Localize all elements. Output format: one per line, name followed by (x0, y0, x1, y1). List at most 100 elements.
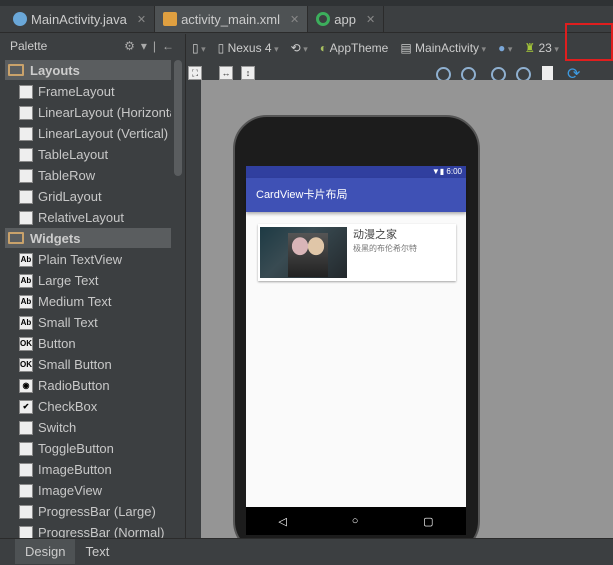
widget-icon (19, 210, 33, 225)
palette-item[interactable]: FrameLayout (5, 81, 171, 102)
tab-design[interactable]: Design (15, 539, 76, 564)
card-title: 动漫之家 (353, 229, 397, 241)
item-label: GridLayout (38, 189, 102, 204)
palette-item[interactable]: RelativeLayout (5, 207, 171, 228)
group-label: Widgets (30, 230, 81, 246)
palette-item[interactable]: ProgressBar (Normal) (5, 522, 171, 538)
activity-selector[interactable]: ▤ MainActivity (400, 41, 486, 55)
widget-icon: ◉ (19, 378, 33, 393)
widget-icon (19, 126, 33, 141)
palette-title: Palette (10, 39, 48, 53)
item-label: CheckBox (38, 399, 98, 414)
device-preview-menu[interactable]: ▯ (192, 41, 206, 55)
api-label: 23 (538, 40, 552, 55)
tab-mainactivity-java[interactable]: MainActivity.java ✕ (5, 6, 156, 32)
palette-item[interactable]: ◉ RadioButton (5, 375, 171, 396)
widget-icon: Ab (19, 252, 33, 267)
item-label: Small Button (38, 357, 112, 372)
widget-icon (19, 441, 33, 456)
highlight-box (565, 23, 613, 61)
widget-icon (19, 525, 33, 538)
palette-item[interactable]: Switch (5, 417, 171, 438)
editor-tabs: MainActivity.java ✕ activity_main.xml ✕ ap… (0, 6, 613, 33)
theme-label: AppTheme (329, 40, 389, 55)
widget-icon: OK (19, 357, 33, 372)
item-label: RelativeLayout (38, 210, 124, 225)
tab-activity-main-xml[interactable]: activity_main.xml ✕ (155, 6, 309, 32)
tab-app[interactable]: app ✕ (308, 6, 385, 32)
layout-toolbar: ▯ ▯ Nexus 4 ⟲ ◐ AppTheme ▤ MainActivity … (186, 34, 613, 61)
activity-label: MainActivity (415, 40, 480, 55)
hide-panel-icon[interactable]: |← (153, 39, 180, 53)
card-view[interactable]: 动漫之家 极黑的布伦希尔特 (258, 224, 456, 281)
item-label: Switch (38, 420, 77, 435)
palette-item[interactable]: ImageButton (5, 459, 171, 480)
palette-group-layouts[interactable]: Layouts (5, 60, 171, 80)
locale-selector[interactable]: ● (498, 41, 512, 55)
palette-item[interactable]: ImageView (5, 480, 171, 501)
item-label: ImageView (38, 483, 103, 498)
item-label: Plain TextView (38, 252, 123, 267)
zoom-fit-icon[interactable]: ⛶ (188, 66, 202, 80)
fit-height-icon[interactable]: ↕ (241, 66, 255, 80)
item-label: TableRow (38, 168, 96, 183)
close-icon[interactable]: ✕ (290, 13, 299, 26)
widget-icon: Ab (19, 294, 33, 309)
widget-icon: OK (19, 336, 33, 351)
palette-item[interactable]: OK Button (5, 333, 171, 354)
fit-width-icon[interactable]: ↔ (219, 66, 233, 80)
recents-icon[interactable]: ▢ (423, 515, 433, 528)
palette-item[interactable]: LinearLayout (Horizontal) (5, 102, 171, 123)
palette-item[interactable]: OK Small Button (5, 354, 171, 375)
widget-icon: ✔ (19, 399, 33, 414)
tab-label: activity_main.xml (181, 11, 281, 27)
tab-text[interactable]: Text (75, 539, 119, 564)
widget-icon (19, 84, 33, 99)
palette-item[interactable]: ✔ CheckBox (5, 396, 171, 417)
widget-icon (19, 462, 33, 477)
item-label: Large Text (38, 273, 99, 288)
palette-item[interactable]: TableLayout (5, 144, 171, 165)
android-icon: ♜ (524, 40, 536, 55)
palette-list: Layouts FrameLayout LinearLayout (Horizont… (5, 60, 171, 538)
item-label: FrameLayout (38, 84, 115, 99)
status-time: 6:00 (446, 167, 462, 176)
device-screen[interactable]: ▼▮ 6:00 CardView卡片布局 动漫之家 极黑的布伦希尔特 ◁ ○ ▢ (246, 166, 466, 535)
api-level-selector[interactable]: ♜ 23 (524, 41, 559, 55)
theme-selector[interactable]: ◐ AppTheme (320, 41, 389, 55)
palette-item[interactable]: TableRow (5, 165, 171, 186)
item-label: ProgressBar (Normal) (38, 525, 165, 538)
back-icon[interactable]: ◁ (278, 515, 286, 528)
divider (185, 34, 186, 538)
palette-item[interactable]: Ab Large Text (5, 270, 171, 291)
palette-scrollbar[interactable] (174, 60, 182, 176)
palette-item[interactable]: LinearLayout (Vertical) (5, 123, 171, 144)
home-icon[interactable]: ○ (352, 515, 359, 527)
android-app-icon (316, 12, 331, 26)
xml-layout-icon (163, 12, 178, 26)
close-icon[interactable]: ✕ (137, 13, 146, 26)
device-label: Nexus 4 (227, 40, 272, 55)
palette-item[interactable]: Ab Small Text (5, 312, 171, 333)
item-label: Button (38, 336, 76, 351)
palette-item[interactable]: ToggleButton (5, 438, 171, 459)
orientation-button[interactable]: ⟲ (291, 41, 308, 55)
item-label: ToggleButton (38, 441, 114, 456)
card-subtitle: 极黑的布伦希尔特 (353, 244, 417, 253)
navigation-bar: ◁ ○ ▢ (246, 507, 466, 535)
tab-label: MainActivity.java (31, 11, 127, 27)
document-icon[interactable] (542, 66, 553, 81)
palette-item[interactable]: GridLayout (5, 186, 171, 207)
palette-group-widgets[interactable]: Widgets (5, 228, 171, 248)
tab-label: app (334, 11, 356, 27)
app-bar: CardView卡片布局 (246, 178, 466, 212)
palette-item[interactable]: ProgressBar (Large) (5, 501, 171, 522)
item-label: ProgressBar (Large) (38, 504, 156, 519)
widget-icon (19, 105, 33, 120)
gear-icon[interactable]: ⚙▾ (124, 39, 153, 53)
close-icon[interactable]: ✕ (366, 13, 375, 26)
palette-item[interactable]: Ab Medium Text (5, 291, 171, 312)
device-selector[interactable]: ▯ Nexus 4 (218, 41, 279, 55)
palette-item[interactable]: Ab Plain TextView (5, 249, 171, 270)
palette-header: Palette ⚙▾|← (0, 34, 186, 58)
